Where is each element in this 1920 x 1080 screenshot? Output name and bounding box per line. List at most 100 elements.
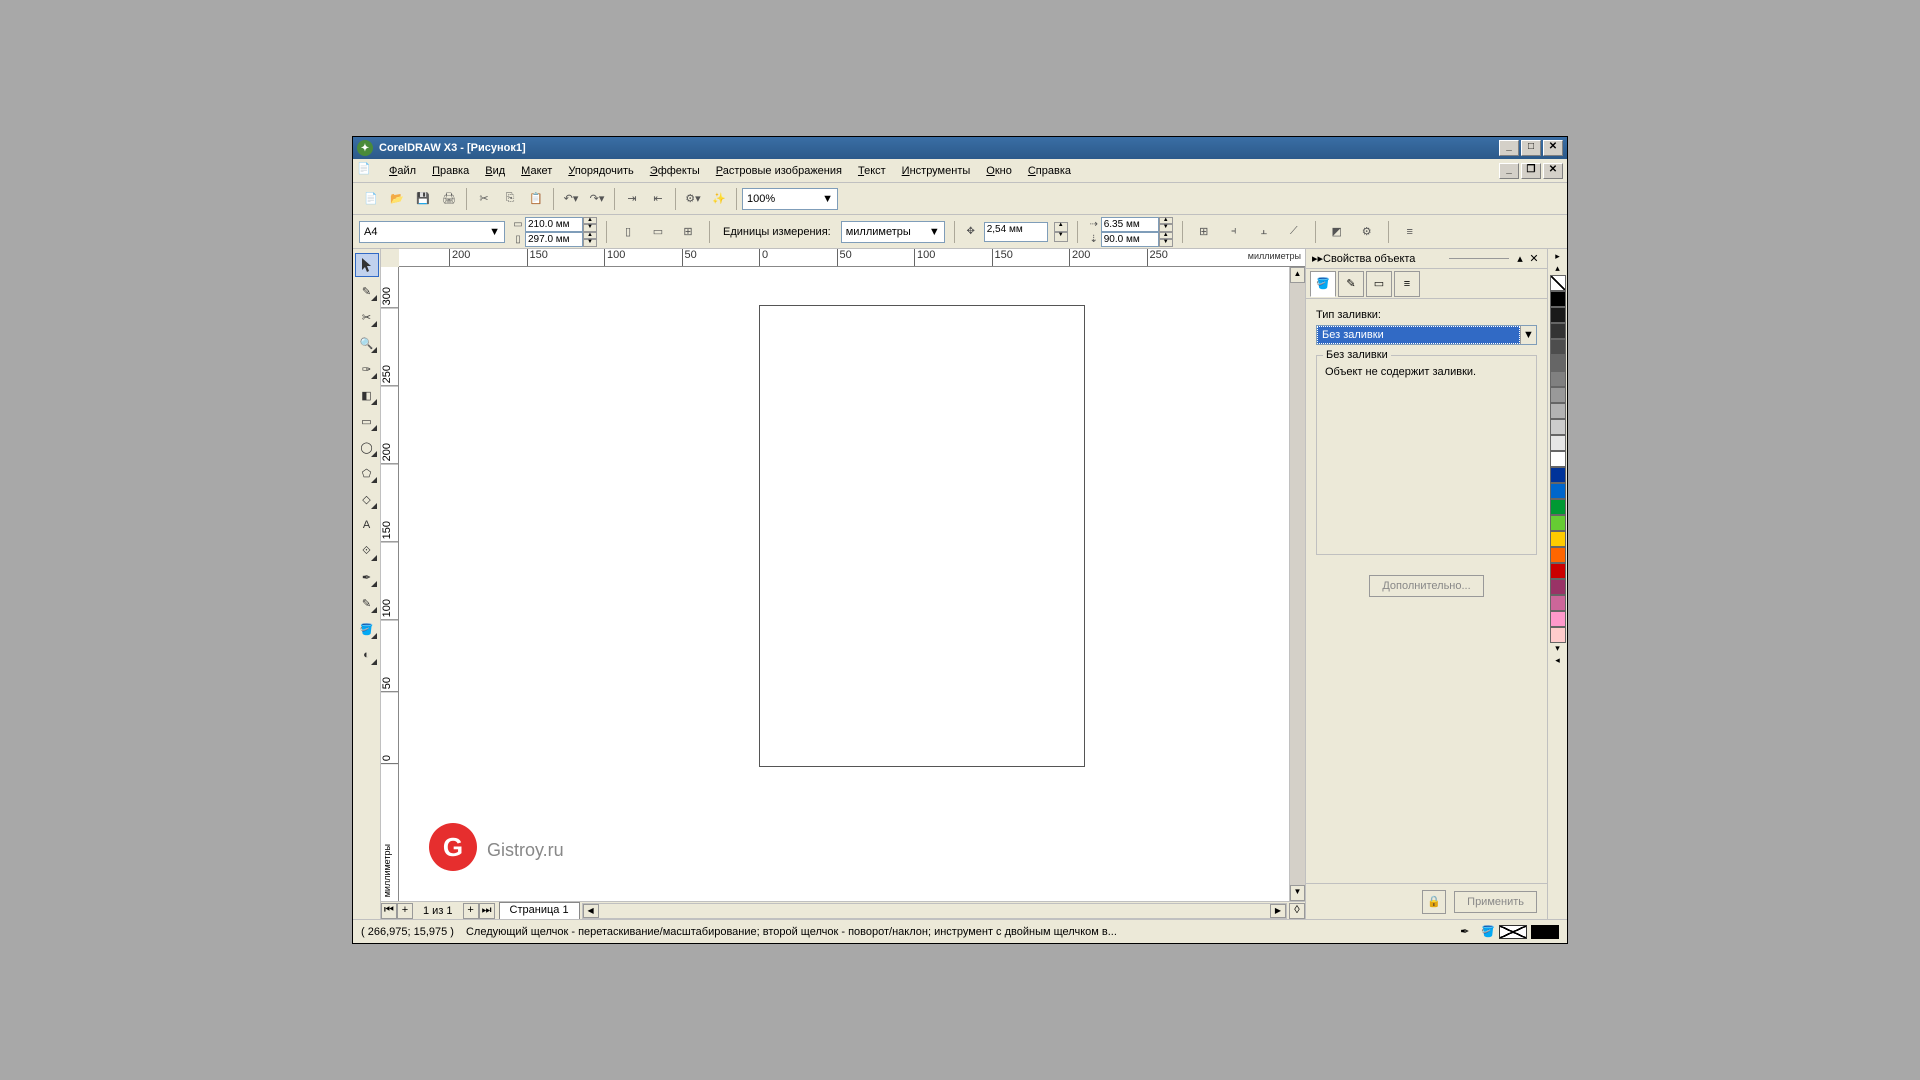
menu-эффекты[interactable]: Эффекты (642, 162, 708, 180)
maximize-button[interactable]: □ (1521, 140, 1541, 156)
page-tab[interactable]: Страница 1 (499, 902, 580, 919)
menu-справка[interactable]: Справка (1020, 162, 1079, 180)
landscape-button[interactable]: ▭ (646, 220, 670, 244)
height-spinner[interactable]: ▲▼ (583, 232, 597, 247)
shape-tool[interactable]: ✎ (355, 279, 379, 303)
snap-object-button[interactable]: ⫠ (1252, 220, 1276, 244)
docker-header[interactable]: ▸▸ Свойства объекта ▴ ✕ (1306, 249, 1547, 269)
docker-collapse-button[interactable]: ▴ (1513, 252, 1527, 265)
copy-button[interactable]: ⎘ (498, 187, 522, 211)
docker-close-button[interactable]: ✕ (1527, 252, 1541, 265)
portrait-button[interactable]: ▯ (616, 220, 640, 244)
paper-size-combo[interactable]: A4▼ (359, 221, 505, 243)
color-swatch[interactable] (1550, 387, 1566, 403)
menu-макет[interactable]: Макет (513, 162, 560, 180)
menu-инструменты[interactable]: Инструменты (894, 162, 979, 180)
dynamic-guides-button[interactable]: ⟋ (1282, 220, 1306, 244)
color-swatch[interactable] (1550, 531, 1566, 547)
width-spinner[interactable]: ▲▼ (583, 217, 597, 232)
freehand-tool[interactable]: ✑ (355, 357, 379, 381)
zoom-tool[interactable]: 🔍 (355, 331, 379, 355)
app-launcher-button[interactable]: ⚙▾ (681, 187, 705, 211)
menu-растровые изображения[interactable]: Растровые изображения (708, 162, 850, 180)
vertical-scrollbar[interactable]: ▲ ▼ (1289, 267, 1305, 901)
outline-tab[interactable]: ✎ (1338, 271, 1364, 297)
drawing-canvas[interactable]: G Gistroy.ru (399, 267, 1289, 901)
color-swatch[interactable] (1550, 403, 1566, 419)
color-swatch[interactable] (1550, 339, 1566, 355)
fill-type-combo[interactable]: Без заливки ▼ (1316, 325, 1537, 345)
last-page-button[interactable]: ⏭ (479, 903, 495, 919)
color-swatch[interactable] (1550, 355, 1566, 371)
color-swatch[interactable] (1550, 435, 1566, 451)
fill-tab[interactable]: 🪣 (1310, 271, 1336, 297)
redo-button[interactable]: ↷▾ (585, 187, 609, 211)
vertical-ruler[interactable]: 300250200150100500 миллиметры (381, 267, 399, 901)
menu-текст[interactable]: Текст (850, 162, 894, 180)
treat-as-filled-button[interactable]: ◩ (1325, 220, 1349, 244)
menu-правка[interactable]: Правка (424, 162, 477, 180)
ellipse-tool[interactable]: ◯ (355, 435, 379, 459)
snap-grid-button[interactable]: ⊞ (1192, 220, 1216, 244)
mdi-restore-button[interactable]: ❐ (1521, 163, 1541, 179)
docker-expand-icon[interactable]: ▸▸ (1312, 252, 1323, 265)
color-swatch[interactable] (1550, 563, 1566, 579)
lock-icon[interactable]: 🔒 (1422, 890, 1446, 914)
page-height[interactable]: 297.0 мм (525, 232, 583, 247)
minimize-button[interactable]: _ (1499, 140, 1519, 156)
palette-scroll-down[interactable]: ▾ (1550, 643, 1566, 655)
snap-guide-button[interactable]: ⫞ (1222, 220, 1246, 244)
fill-tool[interactable]: 🪣 (355, 617, 379, 641)
new-button[interactable]: 📄 (359, 187, 383, 211)
mdi-close-button[interactable]: ✕ (1543, 163, 1563, 179)
fill-indicator[interactable]: 🪣 (1481, 925, 1559, 939)
options-button[interactable]: ⚙ (1355, 220, 1379, 244)
zoom-combo[interactable]: 100%▼ (742, 188, 838, 210)
color-swatch[interactable] (1550, 547, 1566, 563)
scroll-down-button[interactable]: ▼ (1290, 885, 1305, 901)
welcome-button[interactable]: ✨ (707, 187, 731, 211)
color-swatch[interactable] (1550, 611, 1566, 627)
color-swatch[interactable] (1550, 451, 1566, 467)
page[interactable] (759, 305, 1085, 767)
crop-tool[interactable]: ✂ (355, 305, 379, 329)
color-swatch[interactable] (1550, 515, 1566, 531)
misc-button[interactable]: ≡ (1398, 220, 1422, 244)
scroll-thumb[interactable] (1290, 283, 1305, 885)
color-swatch[interactable] (1550, 483, 1566, 499)
close-button[interactable]: ✕ (1543, 140, 1563, 156)
nudge-spinner[interactable]: ▲▼ (1054, 222, 1068, 242)
palette-scroll-up[interactable]: ▴ (1550, 263, 1566, 275)
nudge-distance[interactable]: 2,54 мм (984, 222, 1048, 242)
paste-button[interactable]: 📋 (524, 187, 548, 211)
save-button[interactable]: 💾 (411, 187, 435, 211)
interactive-fill-tool[interactable]: ◐ (355, 643, 379, 667)
scroll-right-button[interactable]: ▶ (1270, 904, 1286, 918)
cut-button[interactable]: ✂ (472, 187, 496, 211)
basic-shapes-tool[interactable]: ◇ (355, 487, 379, 511)
page-layout-button[interactable]: ⊞ (676, 220, 700, 244)
palette-menu-button[interactable]: ▸ (1550, 251, 1566, 263)
color-swatch[interactable] (1550, 467, 1566, 483)
color-swatch[interactable] (1550, 371, 1566, 387)
color-swatch[interactable] (1550, 499, 1566, 515)
dup-x[interactable]: 6.35 мм (1101, 217, 1159, 232)
color-swatch[interactable] (1550, 307, 1566, 323)
menu-вид[interactable]: Вид (477, 162, 513, 180)
rect-tab[interactable]: ▭ (1366, 271, 1392, 297)
apply-button[interactable]: Применить (1454, 891, 1537, 913)
more-button[interactable]: Дополнительно... (1369, 575, 1483, 597)
dup-y[interactable]: 90.0 мм (1101, 232, 1159, 247)
titlebar[interactable]: ✦ CorelDRAW X3 - [Рисунок1] _ □ ✕ (353, 137, 1567, 159)
horizontal-ruler[interactable]: 20015010050050100150200250 миллиметры (399, 249, 1305, 267)
add-page-before-button[interactable]: + (397, 903, 413, 919)
dup-x-spinner[interactable]: ▲▼ (1159, 217, 1173, 232)
text-tool[interactable]: A (355, 513, 379, 537)
color-swatch[interactable] (1550, 291, 1566, 307)
polygon-tool[interactable]: ⬠ (355, 461, 379, 485)
horizontal-scrollbar[interactable]: ◀ ▶ (582, 903, 1287, 919)
add-page-after-button[interactable]: + (463, 903, 479, 919)
color-swatch[interactable] (1550, 595, 1566, 611)
units-combo[interactable]: миллиметры▼ (841, 221, 945, 243)
rectangle-tool[interactable]: ▭ (355, 409, 379, 433)
